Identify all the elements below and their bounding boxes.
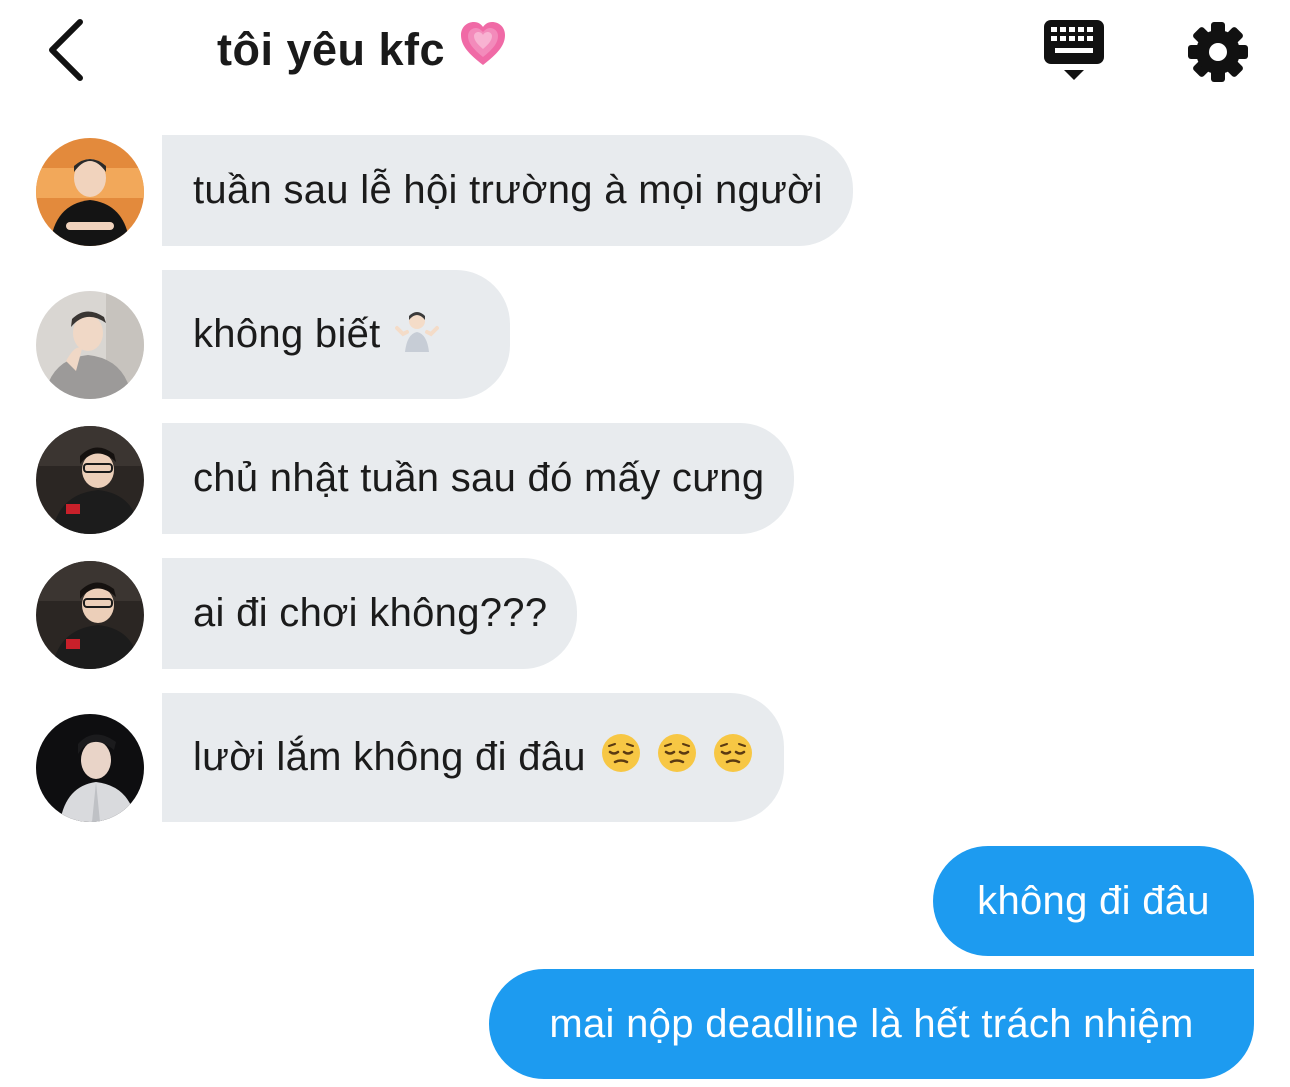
message-bubble[interactable]: chủ nhật tuần sau đó mấy cưng: [162, 423, 795, 534]
avatar[interactable]: [36, 561, 144, 669]
message-bubble[interactable]: lười lắm không đi đâu: [162, 693, 784, 822]
chat-title: tôi yêu kfc: [217, 21, 507, 78]
pensive-face-icon: [656, 732, 698, 784]
growing-heart-icon: [459, 21, 507, 78]
message-bubble[interactable]: ai đi chơi không???: [162, 558, 578, 669]
message-text: ai đi chơi không???: [193, 591, 548, 635]
avatar[interactable]: [36, 291, 144, 399]
keyboard-icon: [1044, 20, 1104, 80]
avatar[interactable]: [36, 426, 144, 534]
gear-icon: [1188, 22, 1248, 82]
pensive-face-icon: [712, 732, 754, 784]
message-text: không biết: [193, 312, 381, 356]
chat-title-text: tôi yêu kfc: [217, 24, 446, 75]
keyboard-button[interactable]: [1040, 18, 1108, 84]
person-shrugging-icon: [394, 308, 439, 362]
message-bubble[interactable]: không biết: [162, 270, 510, 399]
message-bubble[interactable]: tuần sau lễ hội trường à mọi người: [162, 135, 853, 246]
avatar[interactable]: [36, 138, 144, 246]
message-text: lười lắm không đi đâu: [193, 735, 586, 779]
message-text: mai nộp deadline là hết trách nhiệm: [549, 1001, 1194, 1046]
message-bubble-outgoing[interactable]: mai nộp deadline là hết trách nhiệm: [489, 969, 1254, 1079]
chat-header: tôi yêu kfc: [0, 0, 1290, 110]
chevron-left-icon: [49, 19, 83, 81]
message-text: không đi đâu: [977, 878, 1210, 923]
message-bubble-outgoing[interactable]: không đi đâu: [933, 846, 1254, 956]
message-text: chủ nhật tuần sau đó mấy cưng: [193, 456, 765, 500]
avatar[interactable]: [36, 714, 144, 822]
pensive-face-icon: [600, 732, 642, 784]
message-text: tuần sau lễ hội trường à mọi người: [193, 168, 823, 212]
back-button[interactable]: [36, 14, 100, 86]
settings-button[interactable]: [1186, 20, 1250, 84]
